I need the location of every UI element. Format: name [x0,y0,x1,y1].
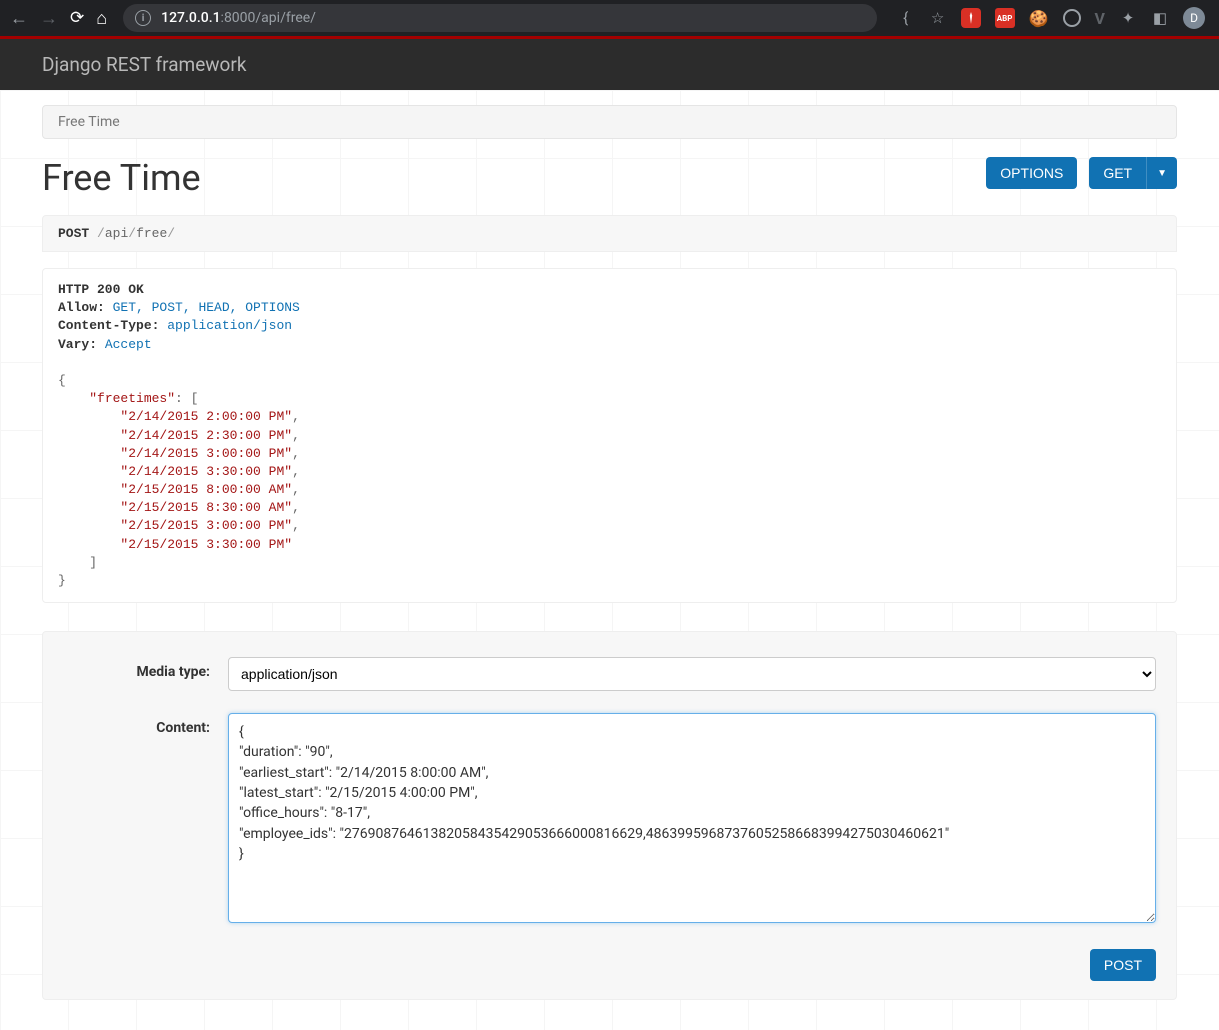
get-button[interactable]: GET [1089,157,1146,189]
media-type-select[interactable]: application/json [228,657,1156,691]
get-button-group: GET ▼ [1089,157,1177,189]
extension-vue-icon[interactable]: V [1095,9,1105,28]
browser-chrome: ← → ⟳ ⌂ i 127.0.0.1:8000/api/free/ { ☆ A… [0,0,1219,36]
content-label: Content: [63,713,228,927]
back-button[interactable]: ← [10,8,28,29]
browser-actions: { ☆ ABP 🍪 V ✦ ◧ D [893,7,1209,29]
drf-navbar: Django REST framework [0,39,1219,90]
extension-ublock-icon[interactable] [961,8,981,28]
extension-cookie-icon[interactable]: 🍪 [1029,9,1049,28]
content-row: Content: [63,713,1156,927]
extensions-puzzle-icon[interactable]: ✦ [1119,9,1137,27]
page-title: Free Time [42,157,201,199]
extension-abp-icon[interactable]: ABP [995,8,1015,28]
extension-circle-icon[interactable] [1063,9,1081,27]
panel-icon[interactable]: ◧ [1151,9,1169,27]
response-content: HTTP 200 OK Allow: GET, POST, HEAD, OPTI… [58,281,1161,590]
forward-button[interactable]: → [40,8,58,29]
header-buttons: OPTIONS GET ▼ [986,157,1177,189]
content-textarea[interactable] [228,713,1156,923]
request-form-panel: Media type: application/json Content: PO… [42,631,1177,1000]
brand-link[interactable]: Django REST framework [42,53,246,76]
home-button[interactable]: ⌂ [96,8,107,29]
options-button[interactable]: OPTIONS [986,157,1077,189]
response-panel: HTTP 200 OK Allow: GET, POST, HEAD, OPTI… [42,268,1177,603]
post-button[interactable]: POST [1090,949,1156,981]
breadcrumb-current: Free Time [58,114,120,130]
site-info-icon[interactable]: i [135,10,151,26]
share-icon[interactable]: { [897,9,915,27]
reload-button[interactable]: ⟳ [70,8,84,28]
profile-avatar[interactable]: D [1183,7,1205,29]
breadcrumb: Free Time [42,105,1177,139]
bookmark-icon[interactable]: ☆ [929,9,947,27]
request-method: POST [58,226,89,241]
media-type-label: Media type: [63,657,228,691]
request-info: POST /api/free/ [42,215,1177,252]
get-dropdown-toggle[interactable]: ▼ [1146,157,1177,189]
page-header: Free Time OPTIONS GET ▼ [42,157,1177,199]
media-type-row: Media type: application/json [63,657,1156,691]
url-text: 127.0.0.1:8000/api/free/ [161,10,316,26]
url-bar[interactable]: i 127.0.0.1:8000/api/free/ [123,4,877,32]
request-path: /api/free/ [97,226,175,241]
form-actions: POST [63,949,1156,981]
